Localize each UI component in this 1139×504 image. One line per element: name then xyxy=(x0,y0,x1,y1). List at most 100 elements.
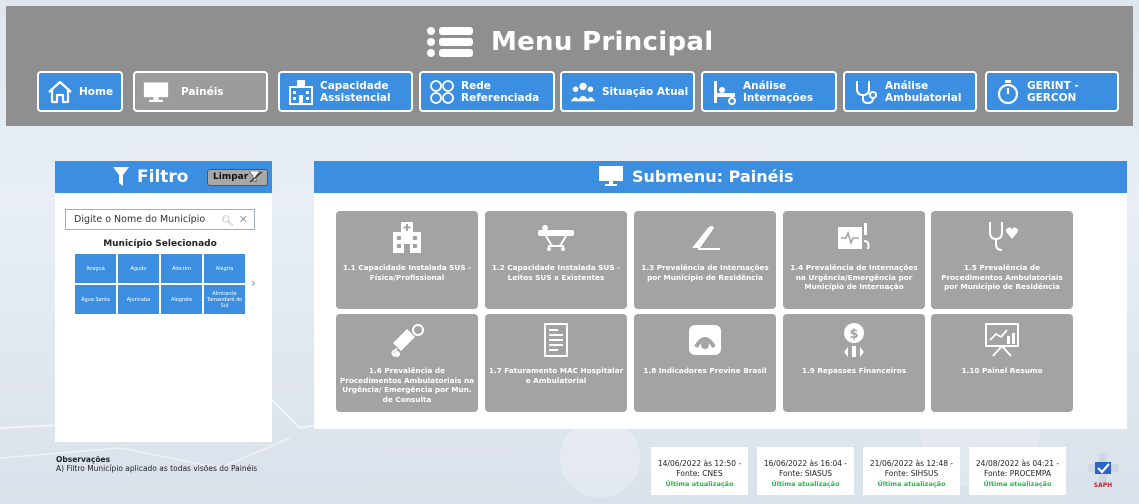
municipio-item[interactable]: Alecrim xyxy=(161,254,202,283)
municipio-item[interactable]: Alegria xyxy=(204,254,245,283)
nav-capacidade-button[interactable]: Capacidade Assistencial xyxy=(278,71,413,112)
tile-label: 1.6 Prevalência de Procedimentos Ambulat… xyxy=(339,366,475,404)
stethoscope-heart-icon xyxy=(931,219,1073,255)
clear-label: Limpar xyxy=(213,172,249,182)
update-source: Fonte: SIHSUS xyxy=(884,469,939,478)
filter-panel: Filtro Limpar Digite o Nome do Município… xyxy=(55,161,272,442)
nav-label: Análise Internações xyxy=(743,79,814,104)
tile-capacidade-fisica[interactable]: 1.1 Capacidade Instalada SUS - Física/Pr… xyxy=(336,211,478,309)
update-date: 21/06/2022 às 12:48 - xyxy=(869,459,954,468)
submenu-header: Submenu: Painéis xyxy=(314,161,1127,193)
tile-label: 1.3 Prevalência de Internações por Munic… xyxy=(641,263,769,282)
update-status: Última atualização xyxy=(877,480,946,488)
tile-label: 1.5 Prevalência de Procedimentos Ambulat… xyxy=(941,263,1063,291)
filter-title: Filtro xyxy=(137,167,189,187)
money-transfer-icon: $ xyxy=(783,322,925,358)
close-icon[interactable]: ✕ xyxy=(239,210,248,229)
nav-ambulatorial-button[interactable]: Análise Ambulatorial xyxy=(843,71,977,112)
tile-repasses[interactable]: $ 1.9 Repasses Financeiros xyxy=(783,314,925,412)
tile-procedimentos-urgencia[interactable]: 1.6 Prevalência de Procedimentos Ambulat… xyxy=(336,314,478,412)
nav-label: Situação Atual xyxy=(602,85,689,98)
submenu-panel: Submenu: Painéis 1.1 Capacidade Instalad… xyxy=(314,161,1127,429)
tile-label: 1.1 Capacidade Instalada SUS - Física/Pr… xyxy=(342,263,472,282)
observacoes-title: Observações xyxy=(56,455,111,464)
home-icon xyxy=(47,79,73,105)
monitor-device-icon xyxy=(783,219,925,255)
observacoes: Observações A) Filtro Município aplicado… xyxy=(56,455,257,473)
update-date: 14/06/2022 às 12:50 - xyxy=(657,459,742,468)
municipio-search-input[interactable]: Digite o Nome do Município 🔍︎ ✕ xyxy=(65,209,255,230)
network-icon xyxy=(429,79,455,105)
search-icon[interactable]: 🔍︎ xyxy=(221,212,234,231)
tile-label: 1.4 Prevalência de Internações na Urgênc… xyxy=(790,263,918,291)
update-cnes: 14/06/2022 às 12:50 - Fonte: CNES Última… xyxy=(651,447,748,495)
chevron-right-icon[interactable]: › xyxy=(251,276,256,290)
monitor-icon xyxy=(599,166,623,186)
stethoscope-icon xyxy=(853,79,879,105)
tile-label: 1.9 Repasses Financeiros xyxy=(801,366,907,375)
municipio-item[interactable]: Ajuricaba xyxy=(118,285,159,314)
menu-title: Menu Principal xyxy=(6,26,1133,58)
menu-title-text: Menu Principal xyxy=(490,27,714,57)
update-siasus: 16/06/2022 às 16:04 - Fonte: SIASUS Últi… xyxy=(757,447,854,495)
nav-label: GERINT - GERCON xyxy=(1027,79,1079,104)
observacoes-text: A) Filtro Município aplicado as todas vi… xyxy=(56,464,258,473)
update-date: 24/08/2022 às 04:21 - xyxy=(975,459,1060,468)
tile-label: 1.10 Painel Resumo xyxy=(961,366,1043,375)
update-status: Última atualização xyxy=(665,480,734,488)
municipio-item[interactable]: Alegrete xyxy=(161,285,202,314)
submenu-title: Submenu: Painéis xyxy=(632,167,794,186)
municipio-item[interactable]: Almirante Tamandaré do Sul xyxy=(204,285,245,314)
filter-header: Filtro Limpar xyxy=(55,161,272,193)
update-source: Fonte: SIASUS xyxy=(779,469,832,478)
nav-rede-button[interactable]: Rede Referenciada xyxy=(419,71,555,112)
stopwatch-icon xyxy=(995,79,1021,105)
monitor-icon xyxy=(143,79,169,105)
previne-icon xyxy=(634,322,776,358)
people-group-icon xyxy=(570,79,596,105)
search-placeholder: Digite o Nome do Município xyxy=(74,214,206,225)
tile-label: 1.2 Capacidade Instalada SUS - Leitos SU… xyxy=(491,263,621,282)
stretcher-icon xyxy=(485,219,627,255)
hospital-bed-icon xyxy=(711,79,737,105)
tile-internacoes-residencia[interactable]: 1.3 Prevalência de Internações por Munic… xyxy=(634,211,776,309)
nav-paineis-button[interactable]: Painéis xyxy=(133,71,268,112)
update-sihsus: 21/06/2022 às 12:48 - Fonte: SIHSUS Últi… xyxy=(863,447,960,495)
tile-painel-resumo[interactable]: 1.10 Painel Resumo xyxy=(931,314,1073,412)
update-source: Fonte: PROCEMPA xyxy=(983,469,1052,478)
funnel-icon xyxy=(113,167,129,186)
saph-logo-text: SAPH xyxy=(1094,482,1112,489)
svg-text:$: $ xyxy=(849,327,858,342)
update-status: Última atualização xyxy=(983,480,1052,488)
saph-logo: SAPH xyxy=(1088,453,1118,489)
nav-home-button[interactable]: Home xyxy=(37,71,123,112)
tile-label: 1.8 Indicadores Previne Brasil xyxy=(643,366,767,375)
clear-filter-icon xyxy=(249,171,263,183)
nav-label: Análise Ambulatorial xyxy=(885,79,962,104)
tile-label: 1.7 Faturamento MAC Hospitalar e Ambulat… xyxy=(488,366,624,385)
tile-previne-brasil[interactable]: 1.8 Indicadores Previne Brasil xyxy=(634,314,776,412)
main-menu-header: Menu Principal Home Painéis Capacidade A… xyxy=(6,6,1133,126)
municipio-item[interactable]: Água Santa xyxy=(75,285,116,314)
clear-filter-button[interactable]: Limpar xyxy=(207,169,268,186)
nav-situacao-button[interactable]: Situação Atual xyxy=(560,71,695,112)
municipio-item[interactable]: Aceguá xyxy=(75,254,116,283)
update-date: 16/06/2022 às 16:04 - xyxy=(763,459,848,468)
nav-label: Painéis xyxy=(181,85,224,98)
municipio-item[interactable]: Agudo xyxy=(118,254,159,283)
menu-list-icon xyxy=(426,27,473,57)
tile-faturamento[interactable]: 1.7 Faturamento MAC Hospitalar e Ambulat… xyxy=(485,314,627,412)
nav-label: Rede Referenciada xyxy=(461,79,540,104)
tile-procedimentos-residencia[interactable]: 1.5 Prevalência de Procedimentos Ambulat… xyxy=(931,211,1073,309)
nav-gerint-button[interactable]: GERINT - GERCON xyxy=(985,71,1119,112)
tile-capacidade-leitos[interactable]: 1.2 Capacidade Instalada SUS - Leitos SU… xyxy=(485,211,627,309)
nav-label: Capacidade Assistencial xyxy=(320,79,391,104)
update-status: Última atualização xyxy=(771,480,840,488)
presentation-chart-icon xyxy=(931,322,1073,358)
blood-pressure-icon xyxy=(336,322,478,358)
scalpel-icon xyxy=(634,219,776,255)
nav-internacoes-button[interactable]: Análise Internações xyxy=(701,71,837,112)
tile-internacoes-urgencia[interactable]: 1.4 Prevalência de Internações na Urgênc… xyxy=(783,211,925,309)
nav-label: Home xyxy=(79,85,114,98)
update-procempa: 24/08/2022 às 04:21 - Fonte: PROCEMPA Úl… xyxy=(969,447,1066,495)
